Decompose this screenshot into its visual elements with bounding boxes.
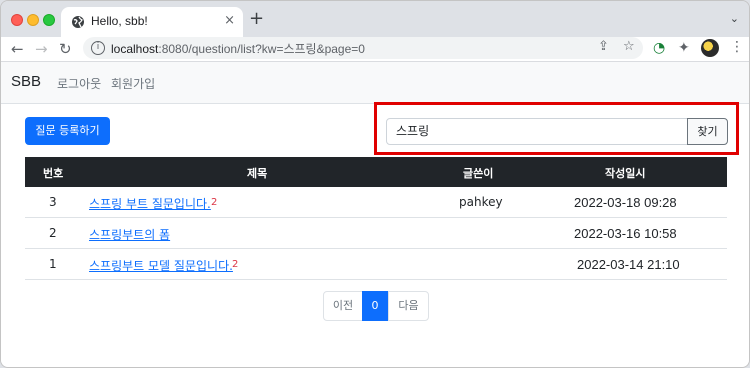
- question-title-link[interactable]: 스프링 부트 질문입니다.: [89, 195, 211, 212]
- table-header: 번호 제목 글쓴이 작성일시: [25, 157, 727, 187]
- brand-link[interactable]: SBB: [11, 73, 41, 90]
- search-button[interactable]: 찾기: [687, 118, 728, 145]
- signup-link[interactable]: 회원가입: [111, 75, 155, 92]
- search-input[interactable]: 스프링: [386, 118, 688, 145]
- site-navbar: SBB 로그아웃 회원가입: [1, 62, 749, 104]
- minimize-window-button[interactable]: [27, 14, 39, 26]
- close-window-button[interactable]: [11, 14, 23, 26]
- reload-icon[interactable]: ↻: [59, 39, 72, 59]
- question-title-link[interactable]: 스프링부트의 폼: [89, 226, 170, 243]
- avatar[interactable]: [701, 39, 719, 57]
- table-row: 3 스프링 부트 질문입니다. 2 pahkey 2022-03-18 09:2…: [25, 187, 727, 218]
- forward-arrow-icon[interactable]: →: [35, 39, 48, 59]
- row-date: 2022-03-18 09:28: [574, 195, 677, 210]
- close-tab-icon[interactable]: ×: [224, 13, 235, 28]
- back-arrow-icon[interactable]: ←: [11, 39, 24, 59]
- puzzle-icon[interactable]: ✦: [678, 39, 690, 57]
- question-title-link[interactable]: 스프링부트 모델 질문입니다.: [89, 257, 233, 274]
- url-text[interactable]: localhost:8080/question/list?kw=스프링&page…: [111, 40, 365, 57]
- kebab-menu-icon[interactable]: ⋮: [730, 39, 744, 55]
- new-tab-button[interactable]: +: [249, 9, 264, 29]
- star-icon[interactable]: ☆: [623, 39, 635, 54]
- tab-title: Hello, sbb!: [91, 14, 148, 28]
- url-host: localhost: [111, 42, 159, 56]
- url-path: :8080/question/list?kw=스프링&page=0: [158, 42, 365, 56]
- row-author: pahkey: [459, 195, 503, 209]
- table-row: 1 스프링부트 모델 질문입니다. 2 2022-03-14 21:10: [25, 249, 727, 280]
- header-author: 글쓴이: [463, 167, 494, 180]
- extension-check-icon[interactable]: ◔: [653, 39, 665, 57]
- browser-toolbar: ← → ↻ i localhost:8080/question/list?kw=…: [1, 37, 749, 61]
- site-info-icon[interactable]: i: [91, 41, 105, 55]
- address-bar[interactable]: i localhost:8080/question/list?kw=스프링&pa…: [83, 37, 643, 59]
- tab-search-icon[interactable]: ⌄: [730, 12, 739, 25]
- create-question-button[interactable]: 질문 등록하기: [25, 117, 110, 145]
- header-date: 작성일시: [605, 167, 646, 180]
- row-number: 3: [49, 195, 57, 209]
- header-number: 번호: [43, 167, 64, 180]
- browser-window: Hello, sbb! × + ⌄ ← → ↻ i localhost:8080…: [0, 0, 750, 368]
- row-number: 1: [49, 257, 57, 271]
- answer-count: 2: [232, 259, 239, 270]
- table-row: 2 스프링부트의 폼 2022-03-16 10:58: [25, 218, 727, 249]
- header-title: 제목: [247, 167, 268, 180]
- row-date: 2022-03-14 21:10: [577, 257, 680, 272]
- answer-count: 2: [211, 197, 218, 208]
- globe-icon: [72, 16, 84, 28]
- logout-link[interactable]: 로그아웃: [57, 75, 101, 92]
- page-content: SBB 로그아웃 회원가입 질문 등록하기 스프링 찾기 번호 제목 글쓴이 작…: [1, 61, 749, 367]
- share-icon[interactable]: ⇪: [598, 39, 609, 54]
- current-page-button[interactable]: 0: [362, 291, 388, 321]
- row-date: 2022-03-16 10:58: [574, 226, 677, 241]
- prev-page-button[interactable]: 이전: [323, 291, 363, 321]
- maximize-window-button[interactable]: [43, 14, 55, 26]
- row-number: 2: [49, 226, 57, 240]
- tab-strip: Hello, sbb! × + ⌄: [1, 1, 749, 37]
- browser-tab[interactable]: Hello, sbb! ×: [61, 7, 243, 37]
- next-page-button[interactable]: 다음: [388, 291, 429, 321]
